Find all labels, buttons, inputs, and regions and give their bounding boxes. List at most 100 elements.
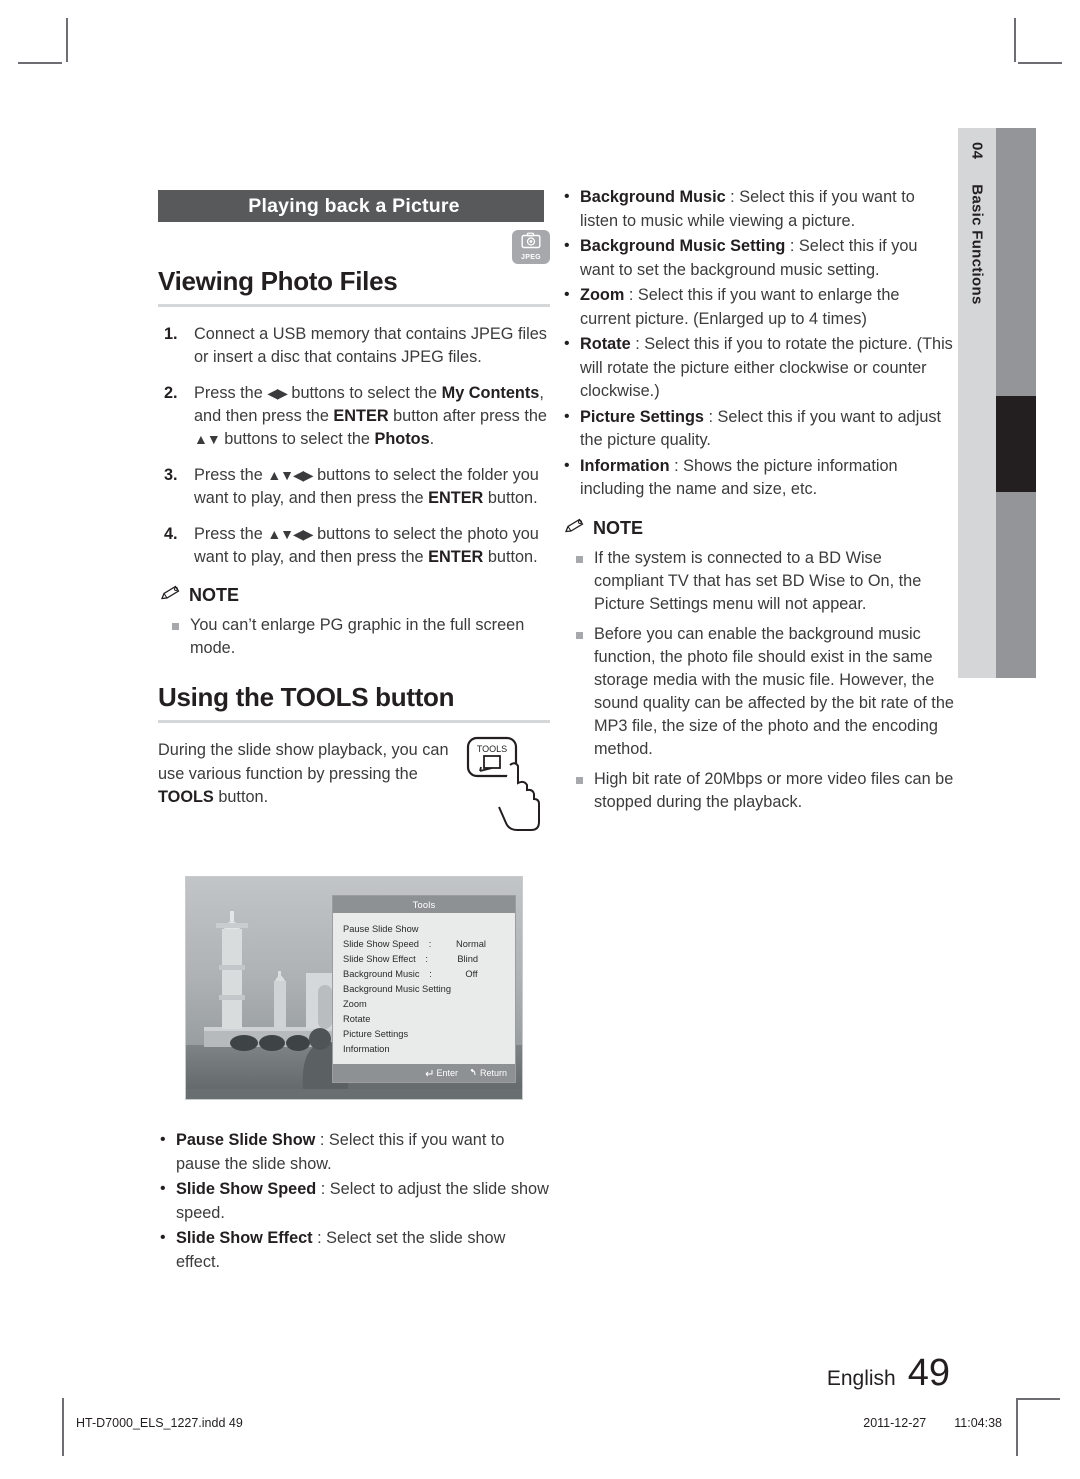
side-tab-text-wrap: 04 Basic Functions — [958, 128, 996, 678]
enter-label: Enter — [436, 1068, 458, 1078]
chapter-name: Basic Functions — [968, 184, 986, 305]
side-tab-text: 04 Basic Functions — [969, 128, 986, 305]
tools-menu-item[interactable]: Information — [343, 1042, 515, 1057]
print-time: 11:04:38 — [954, 1416, 1002, 1430]
heading-divider — [158, 304, 550, 307]
tools-menu-item-label: Background Music Setting — [343, 984, 452, 994]
tools-menu-item[interactable]: Slide Show Speed: Normal — [343, 937, 515, 952]
option-item: Zoom : Select this if you want to enlarg… — [562, 283, 954, 331]
tools-menu-item-value: Blind — [457, 954, 479, 964]
manual-page: Playing back a Picture JPEG Viewing Phot… — [0, 0, 1080, 1479]
option-term: Zoom — [580, 286, 625, 304]
chapter-number: 04 — [968, 142, 986, 160]
step-number: 2. — [164, 384, 178, 402]
crop-mark-top-right — [1014, 18, 1016, 62]
tools-menu-item-label: Slide Show Speed — [343, 939, 419, 949]
option-item: Pause Slide Show : Select this if you wa… — [158, 1128, 550, 1176]
option-item: Picture Settings : Select this if you wa… — [562, 405, 954, 453]
page-number-block: English 49 — [827, 1352, 950, 1395]
note-item: High bit rate of 20Mbps or more video fi… — [562, 768, 954, 814]
note-label-left: NOTE — [189, 585, 240, 605]
tv-tools-menu: Tools Pause Slide Show Slide Show Speed: N… — [332, 895, 516, 1083]
crop-mark-top-left — [66, 18, 68, 62]
jpeg-badge-label: JPEG — [521, 254, 541, 261]
crop-mark-top-right-h — [1018, 62, 1062, 64]
return-label: Return — [479, 1068, 507, 1078]
tools-button-illustration: TOOLS — [466, 735, 556, 831]
camera-icon — [521, 232, 541, 254]
tools-menu-item[interactable]: Slide Show Effect: Blind — [343, 952, 515, 967]
option-item: Slide Show Effect : Select set the slide… — [158, 1226, 550, 1274]
section-title-bar: Playing back a Picture — [158, 190, 544, 222]
note-heading-right: NOTE — [564, 518, 954, 539]
tools-menu-rows: Pause Slide Show Slide Show Speed: Normal S… — [333, 913, 515, 1057]
tools-menu-item-label: Picture Settings — [343, 1029, 409, 1039]
option-term: Background Music — [580, 188, 726, 206]
note-item: You can’t enlarge PG graphic in the full… — [158, 614, 550, 660]
option-term: Pause Slide Show — [176, 1131, 316, 1149]
tools-intro-text: During the slide show playback, you can … — [158, 741, 449, 806]
tools-menu-item-label: Pause Slide Show — [343, 924, 419, 934]
tools-menu-item[interactable]: Background Music: Off — [343, 967, 515, 982]
tools-menu-item[interactable]: Background Music Setting — [343, 982, 515, 997]
tv-screenshot: Tools Pause Slide Show Slide Show Speed: N… — [186, 877, 522, 1099]
page-title-viewing-photo-files: Viewing Photo Files — [158, 266, 398, 296]
tools-menu-item-label: Information — [343, 1044, 390, 1054]
pencil-icon — [160, 585, 182, 606]
note-list-right: If the system is connected to a BD Wise … — [562, 547, 954, 814]
return-hint: Return — [468, 1068, 507, 1078]
heading-divider-2 — [158, 720, 550, 723]
section-bar-wrap: Playing back a Picture — [158, 190, 550, 222]
step-item: 1. Connect a USB memory that contains JPE… — [164, 325, 547, 366]
print-date: 2011-12-27 — [863, 1416, 927, 1430]
option-item: Background Music Setting : Select this i… — [562, 234, 954, 282]
print-footer: HT-D7000_ELS_1227.indd 49 2011-12-27 11:… — [0, 1408, 1080, 1448]
step-item: 4. Press the ▲▼◀▶ buttons to select the p… — [164, 525, 539, 566]
svg-text:TOOLS: TOOLS — [477, 744, 507, 754]
tools-menu-item-label: Zoom — [343, 999, 367, 1009]
tools-menu-item-value: Off — [465, 969, 478, 979]
right-column: Background Music : Select this if you wa… — [562, 185, 954, 821]
option-term: Rotate — [580, 335, 631, 353]
option-term: Slide Show Effect — [176, 1229, 313, 1247]
page-title-using-tools-button: Using the TOOLS button — [158, 682, 455, 712]
note-item: Before you can enable the background mus… — [562, 623, 954, 761]
tools-menu-item-label: Rotate — [343, 1014, 371, 1024]
page-number: 49 — [907, 1352, 950, 1394]
numbered-steps-list: 1. Connect a USB memory that contains JPE… — [158, 323, 550, 569]
indd-file-name: HT-D7000_ELS_1227.indd 49 — [76, 1416, 243, 1430]
step-number: 1. — [164, 325, 178, 343]
step-item: 3. Press the ▲▼◀▶ buttons to select the f… — [164, 466, 539, 507]
note-heading-left: NOTE — [160, 585, 550, 606]
tools-options-list-right: Background Music : Select this if you wa… — [562, 185, 954, 502]
option-item: Rotate : Select this if you to rotate th… — [562, 332, 954, 404]
option-item: Information : Shows the picture informat… — [562, 454, 954, 502]
print-timestamp: 2011-12-27 11:04:38 — [863, 1416, 1002, 1430]
side-tab-current-marker — [996, 396, 1036, 492]
enter-icon — [426, 1070, 433, 1077]
tools-menu-item[interactable]: Picture Settings — [343, 1027, 515, 1042]
tools-menu-title: Tools — [333, 896, 515, 913]
step-number: 4. — [164, 525, 178, 543]
language-label: English — [826, 1367, 896, 1390]
tools-menu-item[interactable]: Pause Slide Show — [343, 922, 515, 937]
tools-menu-item-value: Normal — [456, 939, 486, 949]
tools-menu-item[interactable]: Rotate — [343, 1012, 515, 1027]
tools-options-list-left: Pause Slide Show : Select this if you wa… — [158, 1128, 550, 1274]
option-term: Background Music Setting — [580, 237, 786, 255]
option-item: Slide Show Speed : Select to adjust the … — [158, 1177, 550, 1225]
step-item: 2. Press the ◀▶ buttons to select the My … — [164, 384, 547, 448]
note-list-left: You can’t enlarge PG graphic in the full… — [158, 614, 550, 660]
tools-menu-item[interactable]: Zoom — [343, 997, 515, 1012]
note-label-right: NOTE — [593, 517, 644, 538]
option-term: Slide Show Speed — [176, 1180, 317, 1198]
enter-hint: Enter — [424, 1068, 458, 1078]
option-item: Background Music : Select this if you wa… — [562, 185, 954, 233]
chapter-side-tab: 04 Basic Functions — [958, 128, 1036, 678]
badge-row: JPEG — [158, 222, 550, 266]
pencil-icon — [564, 518, 586, 539]
tools-menu-item-label: Background Music — [343, 969, 420, 979]
return-icon — [470, 1069, 476, 1076]
jpeg-media-badge: JPEG — [512, 230, 550, 264]
note-item: If the system is connected to a BD Wise … — [562, 547, 954, 616]
